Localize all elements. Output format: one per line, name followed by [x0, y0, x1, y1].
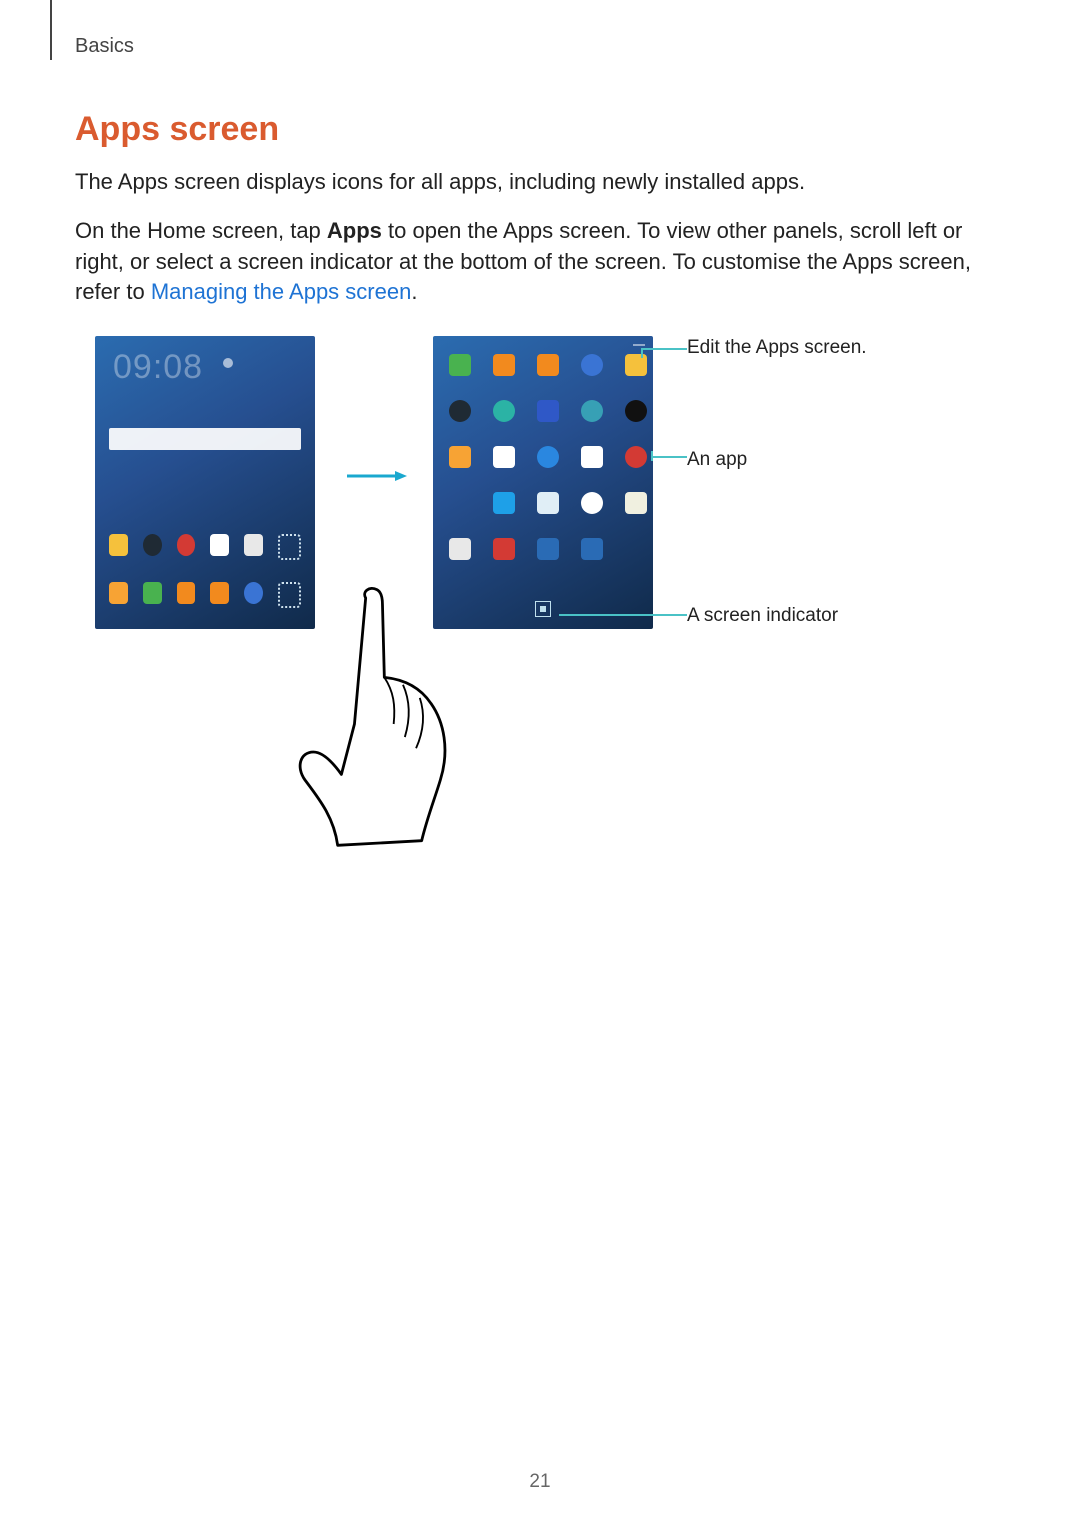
weather-icon — [223, 358, 233, 368]
leader-line — [651, 456, 687, 458]
cal-icon — [493, 446, 515, 468]
settings-icon — [449, 492, 471, 514]
w1-icon — [537, 538, 559, 560]
mail-icon — [210, 582, 229, 604]
cloud-icon — [537, 446, 559, 468]
maps-icon — [625, 492, 647, 514]
apps-bold: Apps — [327, 218, 382, 243]
folder-icon — [109, 582, 128, 604]
gallery-icon — [625, 354, 647, 376]
play-icon — [449, 538, 471, 560]
text-run: On the Home screen, tap — [75, 218, 327, 243]
leader-line — [559, 614, 687, 616]
video-icon — [537, 400, 559, 422]
figure: 09:08 — [75, 336, 1005, 836]
instruction-paragraph: On the Home screen, tap Apps to open the… — [75, 216, 1005, 308]
page-number: 21 — [0, 1471, 1080, 1493]
mail-icon — [537, 354, 559, 376]
recorder-icon — [177, 534, 196, 556]
shortcut-row-1 — [109, 534, 301, 560]
w2-icon — [581, 538, 603, 560]
leader-line — [641, 348, 643, 358]
intro-paragraph: The Apps screen displays icons for all a… — [75, 167, 1005, 198]
music-icon — [493, 400, 515, 422]
callout-indicator: A screen indicator — [687, 604, 838, 628]
google-search-bar — [109, 428, 301, 450]
screen-indicator-icon — [535, 601, 551, 617]
managing-apps-link[interactable]: Managing the Apps screen — [151, 279, 412, 304]
gplay-icon — [537, 492, 559, 514]
phone-icon — [449, 354, 471, 376]
contact-icon — [493, 354, 515, 376]
leader-line — [651, 451, 653, 461]
globe-icon — [581, 354, 603, 376]
phone-icon — [143, 582, 162, 604]
edit-menu-icon — [633, 344, 645, 346]
header-rule — [50, 0, 52, 60]
playstore-icon — [244, 534, 263, 556]
camera-icon — [143, 534, 162, 556]
calendar-icon — [210, 534, 229, 556]
hand-illustration — [245, 584, 505, 864]
apps-grid — [449, 354, 653, 566]
gapp-icon — [493, 492, 515, 514]
section-header: Basics — [75, 35, 134, 58]
rec2-icon — [625, 446, 647, 468]
manual-page: Basics Apps screen The Apps screen displ… — [0, 0, 1080, 1527]
gallery-icon — [109, 534, 128, 556]
sman-icon — [581, 400, 603, 422]
chrome-icon — [581, 492, 603, 514]
callout-edit-apps: Edit the Apps screen. — [687, 336, 887, 360]
transition-arrow-icon — [347, 468, 407, 478]
page-title: Apps screen — [75, 110, 1005, 149]
contacts-icon — [177, 582, 196, 604]
clock-icon — [625, 400, 647, 422]
leader-line — [641, 348, 687, 350]
callout-an-app: An app — [687, 448, 747, 472]
cal2-icon — [581, 446, 603, 468]
grid-icon — [278, 534, 301, 560]
folder-icon — [449, 446, 471, 468]
clock-widget: 09:08 — [113, 348, 203, 387]
camera-icon — [449, 400, 471, 422]
text-run: . — [411, 279, 417, 304]
yt-icon — [493, 538, 515, 560]
